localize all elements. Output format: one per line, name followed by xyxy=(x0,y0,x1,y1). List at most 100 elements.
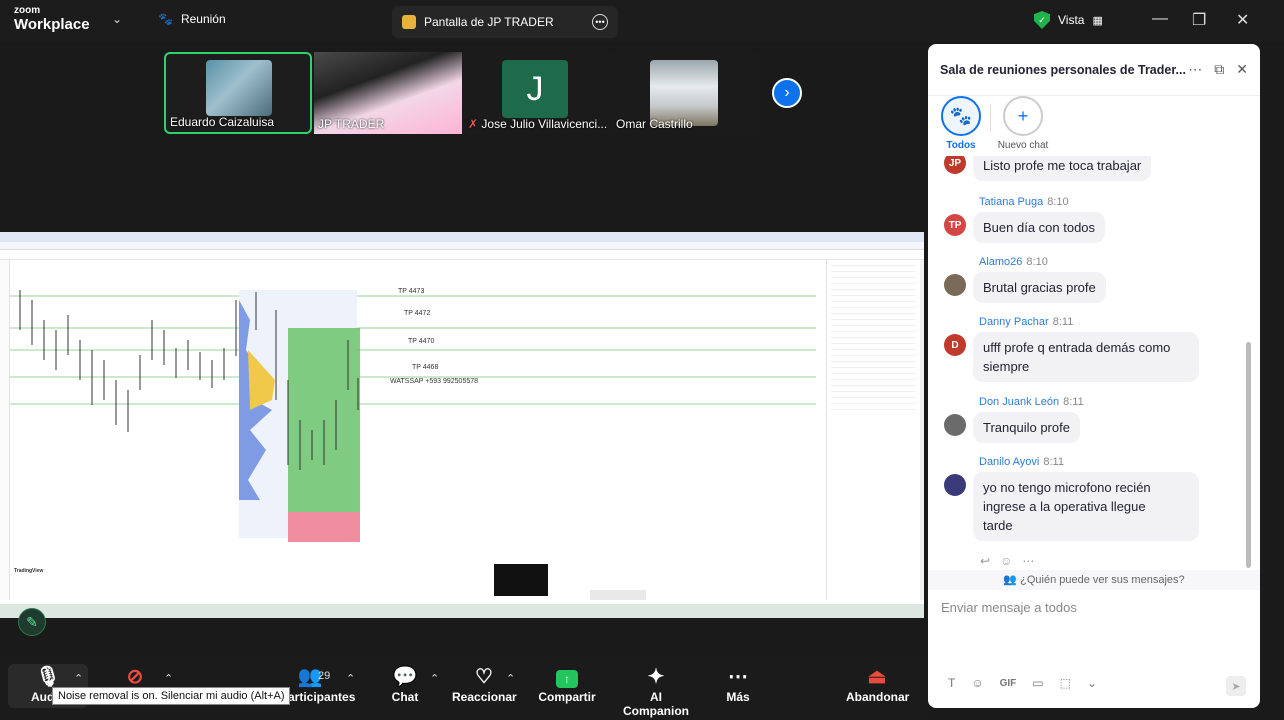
avatar xyxy=(944,414,966,436)
chart-toolbar xyxy=(0,250,924,260)
message-meta: Tatiana Puga 8:10 xyxy=(979,196,1069,208)
shared-screen: TP 4473 TP 4472 TP 4470 TP 4468 WATSSAP … xyxy=(0,232,924,618)
avatar xyxy=(944,474,966,496)
chevron-up-icon[interactable]: ⌃ xyxy=(164,672,173,685)
participants-count: 29 xyxy=(318,670,331,682)
watchlist-panel xyxy=(826,260,920,600)
chevron-up-icon[interactable]: ⌃ xyxy=(346,672,355,685)
more-options-icon[interactable]: ⋯ xyxy=(1022,554,1034,568)
os-taskbar xyxy=(0,604,924,618)
message-time: 8:11 xyxy=(1043,456,1064,468)
sender-name: Tatiana Puga xyxy=(979,196,1044,208)
participant-tile[interactable]: J ✗ Jose Julio Villavicenci... xyxy=(464,52,610,134)
chevron-down-icon[interactable]: ⌄ xyxy=(112,12,122,26)
share-button[interactable]: ↑ Compartir xyxy=(538,664,596,704)
logo-line1: zoom xyxy=(14,5,41,16)
participant-name-text: Jose Julio Villavicenci... xyxy=(481,117,608,131)
pop-out-icon[interactable]: ⧉ xyxy=(1214,61,1224,78)
chat-message-input[interactable]: Enviar mensaje a todos xyxy=(941,600,1077,615)
emoji-icon[interactable]: ☺ xyxy=(1000,554,1012,568)
chat-tabs: 🐾 Todos + Nuevo chat xyxy=(928,96,1260,154)
chat-scrollbar[interactable] xyxy=(1246,342,1251,568)
file-icon[interactable]: ▭ xyxy=(1032,676,1043,690)
participant-tile[interactable]: Omar Castrillo xyxy=(612,52,758,134)
reply-icon[interactable]: ↩ xyxy=(980,554,990,568)
mini-chart-preview xyxy=(494,564,548,596)
next-page-button[interactable]: › xyxy=(772,78,802,108)
more-options-icon[interactable]: ••• xyxy=(592,14,608,30)
ai-companion-button[interactable]: ✦ AI Companion xyxy=(616,664,696,718)
ai-companion-label: AI Companion xyxy=(623,690,689,718)
message-time: 8:10 xyxy=(1026,256,1048,268)
meeting-info-button[interactable]: 🐾 Reunión xyxy=(158,12,226,26)
avatar: TP xyxy=(944,214,966,236)
tradingview-watermark: TradingView xyxy=(14,568,44,574)
logo-line2: Workplace xyxy=(14,16,90,33)
more-options-icon[interactable]: ⋯ xyxy=(1188,61,1202,78)
chevron-up-icon[interactable]: ⌃ xyxy=(430,672,439,685)
sparkle-icon: ✦ xyxy=(647,666,665,688)
long-position-stop xyxy=(288,512,360,542)
chevron-down-icon[interactable]: ⌄ xyxy=(1087,676,1097,690)
screenshot-icon[interactable]: ⬚ xyxy=(1060,676,1071,690)
send-icon: ➤ xyxy=(1231,680,1241,693)
message-meta: Alamo26 8:10 xyxy=(979,256,1048,268)
message-line: ufff profe q entrada demás como xyxy=(983,340,1171,355)
text-format-icon[interactable]: T xyxy=(948,676,955,690)
participant-avatar: J xyxy=(502,60,568,118)
view-button[interactable]: ✓ Vista ▦ xyxy=(1030,8,1124,32)
participant-tile[interactable]: Eduardo Caizaluisa xyxy=(164,52,312,134)
more-label: Más xyxy=(726,690,750,704)
message-meta: Don Juank León 8:11 xyxy=(979,396,1084,408)
maximize-icon[interactable]: ❐ xyxy=(1192,10,1206,30)
pencil-icon: ✎ xyxy=(26,613,38,630)
message-line: yo no tengo microfono recién xyxy=(983,480,1151,495)
message-time: 8:11 xyxy=(1052,316,1074,328)
audio-tooltip: Noise removal is on. Silenciar mi audio … xyxy=(52,687,290,705)
sender-name: Alamo26 xyxy=(979,256,1023,268)
participant-name: JP TRADER xyxy=(318,117,385,131)
participant-name: Omar Castrillo xyxy=(616,117,693,131)
avatar: D xyxy=(944,334,966,356)
chat-button[interactable]: 💬 Chat xyxy=(388,664,422,704)
screen-share-tab[interactable]: Pantalla de JP TRADER ••• xyxy=(392,6,618,38)
meeting-label: Reunión xyxy=(180,12,226,26)
chat-message: Alamo26 8:10 Brutal gracias profe xyxy=(944,256,1234,306)
gif-button[interactable]: GIF xyxy=(1000,678,1017,689)
sender-name: Danilo Ayovi xyxy=(979,456,1040,468)
minimize-icon[interactable]: — xyxy=(1152,10,1168,28)
chat-message: Don Juank León 8:11 Tranquilo profe xyxy=(944,396,1234,446)
emoji-icon[interactable]: ☺ xyxy=(971,676,983,690)
right-toolbar xyxy=(920,260,924,600)
paw-icon: 🐾 xyxy=(941,96,981,136)
close-icon[interactable]: ✕ xyxy=(1236,61,1248,78)
leave-button[interactable]: ⏏ Abandonar xyxy=(846,664,910,704)
chat-panel: Sala de reuniones personales de Trader..… xyxy=(928,44,1260,708)
message-text: Buen día con todos xyxy=(973,212,1106,243)
message-time: 8:11 xyxy=(1063,396,1084,408)
zoom-logo: zoom Workplace xyxy=(14,5,90,33)
react-label: Reaccionar xyxy=(452,690,517,704)
paw-icon: 🐾 xyxy=(158,12,173,26)
annotate-button[interactable]: ✎ xyxy=(18,608,46,636)
chat-message: D Danny Pachar 8:11 ufff profe q entrada … xyxy=(944,316,1234,386)
send-button[interactable]: ➤ xyxy=(1226,676,1246,696)
avatar: JP xyxy=(944,156,966,174)
chevron-up-icon[interactable]: ⌃ xyxy=(74,672,83,685)
chat-visibility-link[interactable]: 👥 ¿Quién puede ver sus mensajes? xyxy=(928,570,1260,590)
more-button[interactable]: ⋯ Más xyxy=(722,664,754,704)
tab-new-chat[interactable]: + Nuevo chat xyxy=(994,96,1052,151)
message-time: 8:10 xyxy=(1047,196,1069,208)
tp-label: TP 4473 xyxy=(398,288,425,295)
chevron-up-icon[interactable]: ⌃ xyxy=(506,672,515,685)
tab-todos[interactable]: 🐾 Todos xyxy=(940,96,982,151)
browser-tabs xyxy=(0,232,924,242)
participant-tile[interactable]: JP TRADER xyxy=(314,52,462,134)
leave-label: Abandonar xyxy=(846,690,910,704)
chat-message: JP Listo profe me toca trabajar xyxy=(944,156,1234,186)
tp-label: TP 4468 xyxy=(412,364,439,371)
chat-input-tools: T ☺ GIF ▭ ⬚ ⌄ xyxy=(948,676,1097,690)
close-icon[interactable]: ✕ xyxy=(1236,10,1249,30)
chat-message: Danilo Ayovi 8:11 yo no tengo microfono r… xyxy=(944,456,1234,546)
who-can-see-label: ¿Quién puede ver sus mensajes? xyxy=(1020,574,1185,586)
